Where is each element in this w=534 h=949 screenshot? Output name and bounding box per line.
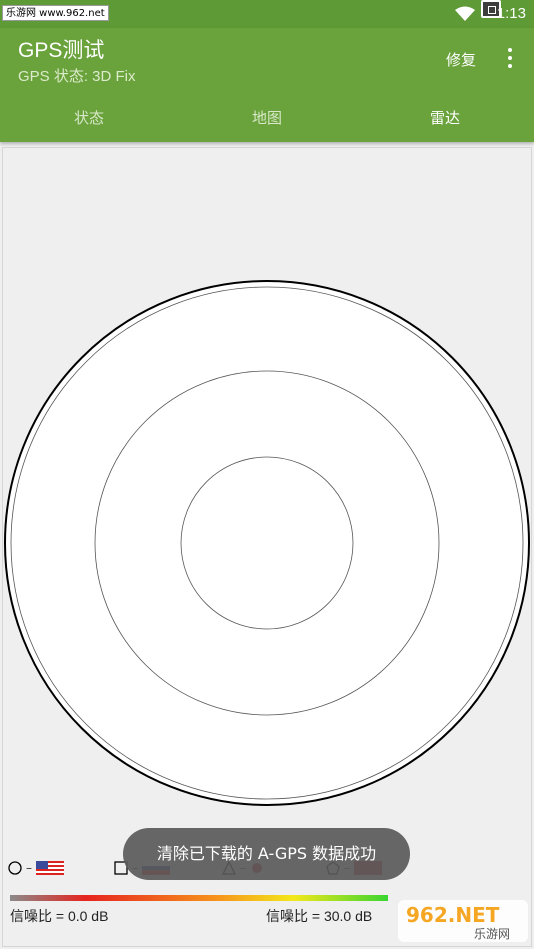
radar-panel [2,147,532,947]
snr-gradient-bar [10,895,388,901]
repair-button[interactable]: 修复 [446,49,476,70]
watermark-site: 乐游网 [474,927,510,941]
wifi-icon [455,6,475,21]
snr-min-label: 信噪比 = 0.0 dB [10,908,109,924]
more-options-icon[interactable] [500,46,520,70]
watermark-label: 乐游网 www.962.net [2,5,109,21]
usa-flag-icon [36,861,64,875]
radar-outer-ring [4,280,530,806]
legend-dash: – [26,861,32,875]
tab-radar[interactable]: 雷达 [356,100,534,136]
status-bar: 乐游网 www.962.net 1:13 [0,0,534,28]
app-bar: GPS测试 GPS 状态: 3D Fix 修复 状态 地图 雷达 [0,28,534,142]
tab-bar: 状态 地图 雷达 [0,100,534,136]
status-time: 1:13 [496,5,526,22]
gps-status-subtitle: GPS 状态: 3D Fix [18,68,136,85]
watermark-logo: 962.NET 乐游网 [398,900,528,942]
snr-max-label: 信噪比 = 30.0 dB [266,908,373,924]
watermark-brand: 962.NET [406,903,500,927]
page-title: GPS测试 [18,39,105,62]
tab-status[interactable]: 状态 [0,100,178,136]
tab-map[interactable]: 地图 [178,100,356,136]
circle-icon [8,861,22,875]
legend-gps: – [8,858,64,878]
radar-view[interactable] [3,148,531,946]
toast-message: 清除已下载的 A-GPS 数据成功 [123,828,410,880]
